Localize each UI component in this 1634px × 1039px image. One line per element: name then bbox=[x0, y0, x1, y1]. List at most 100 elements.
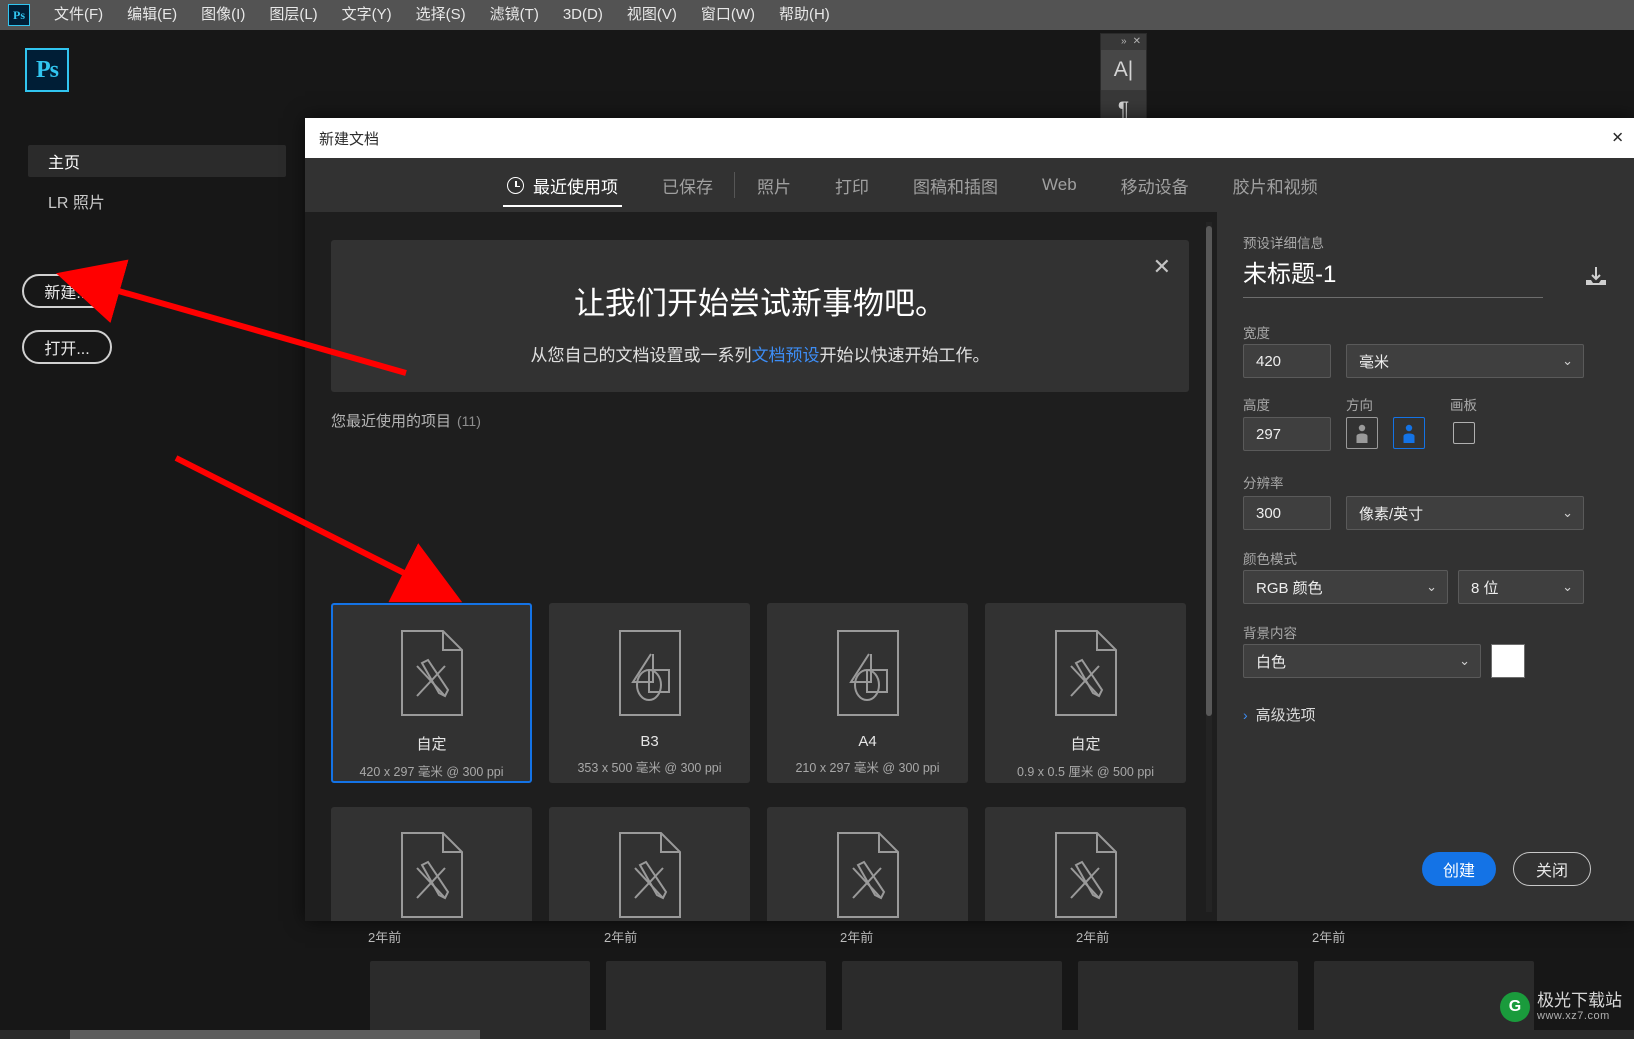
document-presets-link[interactable]: 文档预设 bbox=[752, 346, 820, 365]
menu-filter[interactable]: 滤镜(T) bbox=[478, 0, 551, 30]
ps-logo-icon: Ps bbox=[8, 4, 30, 26]
document-name-input[interactable]: 未标题-1 bbox=[1243, 254, 1543, 298]
tab-label: 胶片和视频 bbox=[1232, 177, 1318, 197]
doc-pencil-icon bbox=[1054, 829, 1117, 921]
menu-type[interactable]: 文字(Y) bbox=[330, 0, 404, 30]
doc-pencil-icon bbox=[618, 829, 681, 921]
menu-layer[interactable]: 图层(L) bbox=[257, 0, 329, 30]
doc-pencil-icon bbox=[836, 829, 899, 921]
card-name: 自定 bbox=[416, 736, 447, 753]
horizontal-scrollbar-thumb[interactable] bbox=[70, 1030, 480, 1039]
orientation-portrait-icon[interactable] bbox=[1346, 417, 1378, 449]
preset-card-custom-small[interactable]: 自定 0.9 x 0.5 厘米 @ 500 ppi bbox=[985, 603, 1186, 783]
bit-depth-select[interactable]: 8 位 ⌄ bbox=[1458, 570, 1584, 604]
doc-pencil-icon bbox=[1054, 627, 1117, 719]
bit-depth-value: 8 位 bbox=[1471, 579, 1499, 597]
menu-select[interactable]: 选择(S) bbox=[404, 0, 478, 30]
close-dialog-button[interactable]: 关闭 bbox=[1513, 852, 1591, 886]
menu-3d[interactable]: 3D(D) bbox=[551, 0, 615, 30]
content-scrollbar-thumb[interactable] bbox=[1206, 226, 1212, 716]
photo-icon bbox=[618, 627, 681, 719]
preset-card-row2-0[interactable] bbox=[331, 807, 532, 921]
character-panel-titlebar: » ✕ bbox=[1101, 34, 1146, 50]
close-icon[interactable]: ✕ bbox=[1611, 131, 1624, 146]
background-select[interactable]: 白色 ⌄ bbox=[1243, 644, 1481, 678]
close-icon[interactable]: ✕ bbox=[1133, 37, 1141, 47]
banner-text-after: 开始以快速开始工作。 bbox=[819, 346, 990, 365]
sidebar-item-lr-photos[interactable]: LR 照片 bbox=[28, 185, 286, 217]
card-name: B3 bbox=[640, 733, 659, 750]
tab-label: 打印 bbox=[835, 177, 869, 197]
banner-close-icon[interactable]: ✕ bbox=[1153, 254, 1171, 280]
menu-image[interactable]: 图像(I) bbox=[189, 0, 257, 30]
dialog-titlebar: 新建文档 ✕ bbox=[305, 118, 1634, 158]
advanced-options-toggle[interactable]: › 高级选项 bbox=[1243, 704, 1316, 725]
dialog-tabs: 最近使用项 已保存 照片 打印 图稿和插图 Web 移动设备 胶片和视频 bbox=[305, 158, 1634, 212]
create-button[interactable]: 创建 bbox=[1422, 852, 1496, 886]
sidebar-item-home[interactable]: 主页 bbox=[28, 145, 286, 177]
tab-film-video[interactable]: 胶片和视频 bbox=[1211, 158, 1340, 212]
artboard-checkbox[interactable] bbox=[1453, 422, 1475, 444]
card-dimensions: 210 x 297 毫米 @ 300 ppi bbox=[795, 761, 940, 775]
bg-card-3[interactable] bbox=[1078, 961, 1298, 1039]
recent-section-title: 您最近使用的项目 (11) bbox=[331, 410, 481, 431]
tab-recent[interactable]: 最近使用项 bbox=[485, 158, 640, 212]
resolution-unit-value: 像素/英寸 bbox=[1359, 505, 1424, 523]
new-button[interactable]: 新建... bbox=[22, 274, 112, 308]
preset-card-row2-2[interactable] bbox=[767, 807, 968, 921]
bg-card-1[interactable] bbox=[606, 961, 826, 1039]
new-document-dialog: 新建文档 ✕ 最近使用项 已保存 照片 打印 图稿和插图 Web 移动设备 胶片… bbox=[305, 118, 1634, 921]
tab-art-illustration[interactable]: 图稿和插图 bbox=[891, 158, 1020, 212]
width-unit-select[interactable]: 毫米 ⌄ bbox=[1346, 344, 1584, 378]
preset-card-row2-1[interactable] bbox=[549, 807, 750, 921]
orientation-label: 方向 bbox=[1346, 398, 1373, 413]
dialog-title: 新建文档 bbox=[319, 130, 380, 148]
background-value: 白色 bbox=[1256, 653, 1287, 671]
resolution-label: 分辨率 bbox=[1243, 476, 1284, 491]
resolution-unit-select[interactable]: 像素/英寸 ⌄ bbox=[1346, 496, 1584, 530]
width-input[interactable]: 420 bbox=[1243, 344, 1331, 378]
save-preset-icon[interactable] bbox=[1583, 264, 1609, 293]
photoshop-window: Ps 文件(F) 编辑(E) 图像(I) 图层(L) 文字(Y) 选择(S) 滤… bbox=[0, 0, 1634, 1039]
tab-label: 图稿和插图 bbox=[913, 177, 998, 197]
tab-saved[interactable]: 已保存 bbox=[640, 158, 735, 212]
preset-card-row2-3[interactable] bbox=[985, 807, 1186, 921]
menu-file[interactable]: 文件(F) bbox=[42, 0, 115, 30]
height-label: 高度 bbox=[1243, 398, 1270, 413]
tab-web[interactable]: Web bbox=[1020, 158, 1099, 212]
resolution-input[interactable]: 300 bbox=[1243, 496, 1331, 530]
recent-cards-row-2 bbox=[331, 807, 1189, 921]
width-unit-value: 毫米 bbox=[1359, 353, 1390, 371]
menu-window[interactable]: 窗口(W) bbox=[689, 0, 767, 30]
bg-card-0[interactable] bbox=[370, 961, 590, 1039]
tab-mobile[interactable]: 移动设备 bbox=[1099, 158, 1211, 212]
tab-photo[interactable]: 照片 bbox=[734, 158, 813, 212]
menu-view[interactable]: 视图(V) bbox=[615, 0, 689, 30]
ps-logo-large-icon: Ps bbox=[25, 48, 69, 92]
tab-print[interactable]: 打印 bbox=[813, 158, 891, 212]
open-button[interactable]: 打开... bbox=[22, 330, 112, 364]
color-mode-select[interactable]: RGB 颜色 ⌄ bbox=[1243, 570, 1448, 604]
tab-label: 最近使用项 bbox=[533, 177, 618, 197]
horizontal-scrollbar-track[interactable] bbox=[0, 1030, 1634, 1039]
preset-card-b3[interactable]: B3 353 x 500 毫米 @ 300 ppi bbox=[549, 603, 750, 783]
preset-card-a4[interactable]: A4 210 x 297 毫米 @ 300 ppi bbox=[767, 603, 968, 783]
collapse-icon[interactable]: » bbox=[1121, 37, 1127, 47]
preset-card-custom-420[interactable]: 自定 420 x 297 毫米 @ 300 ppi bbox=[331, 603, 532, 783]
bg-date-4: 2年前 bbox=[1312, 930, 1346, 945]
background-color-swatch[interactable] bbox=[1491, 644, 1525, 678]
menu-help[interactable]: 帮助(H) bbox=[767, 0, 842, 30]
menu-bar: Ps 文件(F) 编辑(E) 图像(I) 图层(L) 文字(Y) 选择(S) 滤… bbox=[0, 0, 1634, 30]
banner-text-before: 从您自己的文档设置或一系列 bbox=[530, 346, 752, 365]
chevron-down-icon: ⌄ bbox=[1562, 579, 1573, 594]
width-label: 宽度 bbox=[1243, 326, 1270, 341]
character-tab-icon[interactable]: A| bbox=[1101, 50, 1146, 90]
chevron-right-icon: › bbox=[1243, 706, 1248, 723]
banner-heading: 让我们开始尝试新事物吧。 bbox=[574, 286, 946, 321]
bg-card-2[interactable] bbox=[842, 961, 1062, 1039]
height-input[interactable]: 297 bbox=[1243, 417, 1331, 451]
orientation-landscape-icon[interactable] bbox=[1393, 417, 1425, 449]
banner-description: 从您自己的文档设置或一系列文档预设开始以快速开始工作。 bbox=[331, 341, 1189, 366]
tab-divider bbox=[734, 172, 735, 198]
menu-edit[interactable]: 编辑(E) bbox=[115, 0, 189, 30]
